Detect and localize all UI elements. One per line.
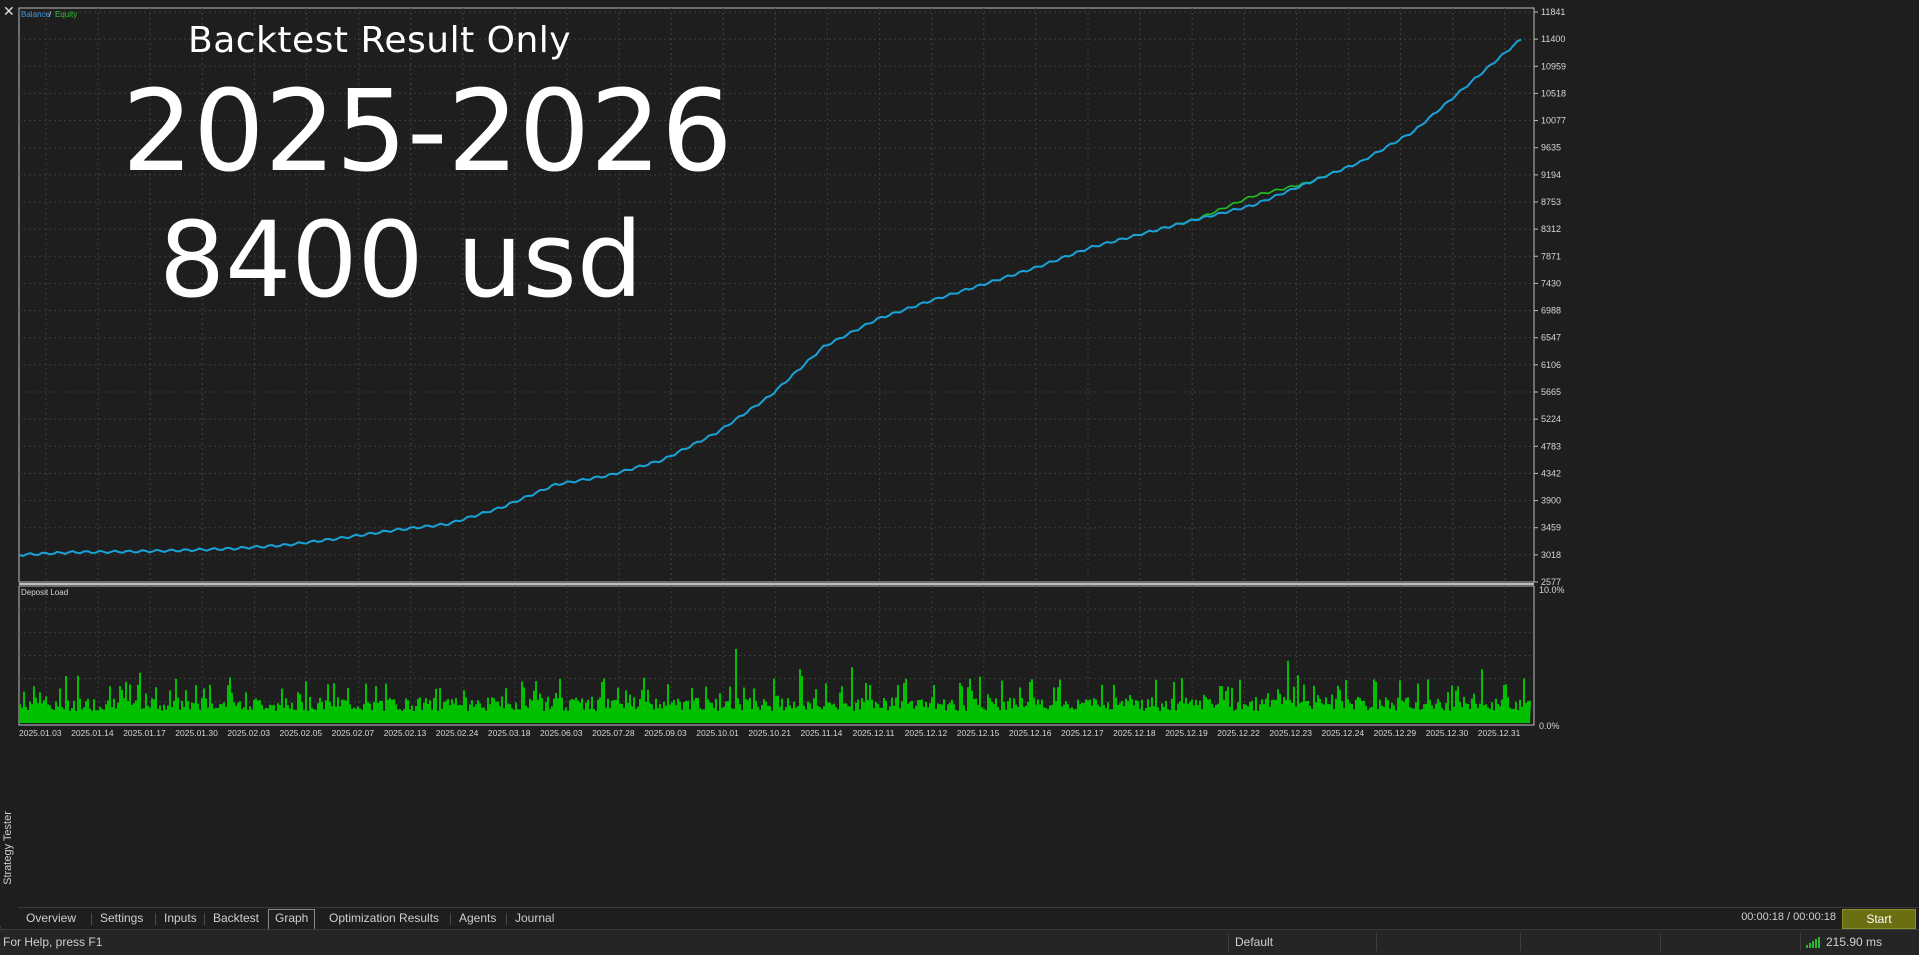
tab-graph[interactable]: Graph	[268, 909, 316, 929]
y-tick-label: 6106	[1541, 360, 1561, 370]
y-tick-label: 4783	[1541, 441, 1561, 451]
deposit-load-label: Deposit Load	[21, 588, 68, 597]
x-tick-label: 2025.02.07	[332, 728, 375, 738]
load-y-top-label: 10.0%	[1539, 585, 1565, 595]
tab-inputs[interactable]: Inputs	[158, 910, 203, 927]
tab-settings[interactable]: Settings	[94, 910, 149, 927]
y-tick-label: 3900	[1541, 496, 1561, 506]
overlay-caption: Backtest Result Only	[188, 20, 572, 61]
status-profile: Default	[1235, 935, 1274, 949]
y-tick-label: 9635	[1541, 143, 1561, 153]
overlay-amount: 8400 usd	[159, 199, 643, 321]
x-tick-label: 2025.01.03	[19, 728, 62, 738]
x-tick-label: 2025.02.13	[384, 728, 427, 738]
legend-equity: Equity	[55, 10, 77, 19]
tab-optimization-results[interactable]: Optimization Results	[323, 910, 445, 927]
x-tick-label: 2025.01.14	[71, 728, 114, 738]
x-tick-label: 2025.07.28	[592, 728, 635, 738]
y-tick-label: 5224	[1541, 414, 1561, 424]
y-tick-label: 10518	[1541, 88, 1566, 98]
x-tick-label: 2025.11.14	[801, 728, 843, 738]
y-tick-label: 3459	[1541, 523, 1561, 533]
status-help-text: For Help, press F1	[3, 935, 103, 949]
graph-area: 2577 3018 3459 3900 4342 4783 5224 5665 6106 6547…	[18, 0, 1919, 907]
x-tick-label: 2025.12.11	[853, 728, 895, 738]
x-tick-label: 2025.10.01	[696, 728, 739, 738]
x-tick-label: 2025.10.21	[748, 728, 791, 738]
status-bar: For Help, press F1 Default 215.90 ms	[0, 929, 1919, 955]
x-tick-label: 2025.12.29	[1374, 728, 1417, 738]
x-tick-label: 2025.12.17	[1061, 728, 1104, 738]
y-tick-label: 10959	[1541, 61, 1566, 71]
y-tick-label: 6988	[1541, 306, 1561, 316]
y-tick-label: 6547	[1541, 333, 1561, 343]
y-tick-label: 8753	[1541, 197, 1561, 207]
x-tick-label: 2025.02.24	[436, 728, 479, 738]
x-tick-label: 2025.12.23	[1269, 728, 1312, 738]
tab-overview[interactable]: Overview	[20, 910, 82, 927]
x-tick-label: 2025.01.30	[175, 728, 218, 738]
y-tick-label: 7430	[1541, 278, 1561, 288]
x-tick-label: 2025.12.19	[1165, 728, 1208, 738]
x-tick-label: 2025.02.05	[280, 728, 323, 738]
tab-agents[interactable]: Agents	[453, 910, 502, 927]
y-tick-label: 3018	[1541, 550, 1561, 560]
side-panel-strip: ✕ Strategy Tester	[0, 0, 19, 926]
x-tick-label: 2025.03.18	[488, 728, 531, 738]
y-tick-label: 4342	[1541, 468, 1561, 478]
start-button[interactable]: Start	[1842, 909, 1916, 929]
y-tick-label: 10077	[1541, 116, 1566, 126]
x-tick-label: 2025.12.31	[1478, 728, 1521, 738]
y-tick-label: 8312	[1541, 224, 1561, 234]
tab-backtest[interactable]: Backtest	[207, 910, 265, 927]
y-tick-label: 9194	[1541, 170, 1561, 180]
x-tick-label: 2025.02.03	[227, 728, 270, 738]
signal-icon	[1806, 937, 1820, 948]
x-tick-label: 2025.06.03	[540, 728, 583, 738]
y-tick-label: 11400	[1541, 34, 1565, 44]
x-tick-label: 2025.12.22	[1217, 728, 1260, 738]
x-tick-label: 2025.12.16	[1009, 728, 1052, 738]
tab-journal[interactable]: Journal	[509, 910, 560, 927]
x-tick-label: 2025.12.18	[1113, 728, 1156, 738]
x-tick-label: 2025.12.15	[957, 728, 1000, 738]
overlay-period: 2025-2026	[122, 67, 733, 197]
y-tick-label: 11841	[1541, 7, 1565, 17]
y-tick-label: 5665	[1541, 387, 1561, 397]
x-tick-label: 2025.09.03	[644, 728, 687, 738]
legend-balance: Balance	[21, 10, 50, 19]
x-tick-label: 2025.12.12	[905, 728, 948, 738]
status-ping: 215.90 ms	[1826, 935, 1883, 949]
tester-tab-bar: Overview Settings Inputs Backtest Graph …	[18, 907, 1919, 929]
x-tick-label: 2025.12.30	[1426, 728, 1469, 738]
strategy-tester-label: Strategy Tester	[2, 811, 14, 885]
x-tick-label: 2025.01.17	[123, 728, 166, 738]
y-tick-label: 7871	[1541, 251, 1561, 261]
load-y-bottom-label: 0.0%	[1539, 721, 1560, 731]
close-icon[interactable]: ✕	[3, 4, 15, 18]
x-tick-label: 2025.12.24	[1322, 728, 1365, 738]
elapsed-timer: 00:00:18 / 00:00:18	[1741, 911, 1836, 923]
